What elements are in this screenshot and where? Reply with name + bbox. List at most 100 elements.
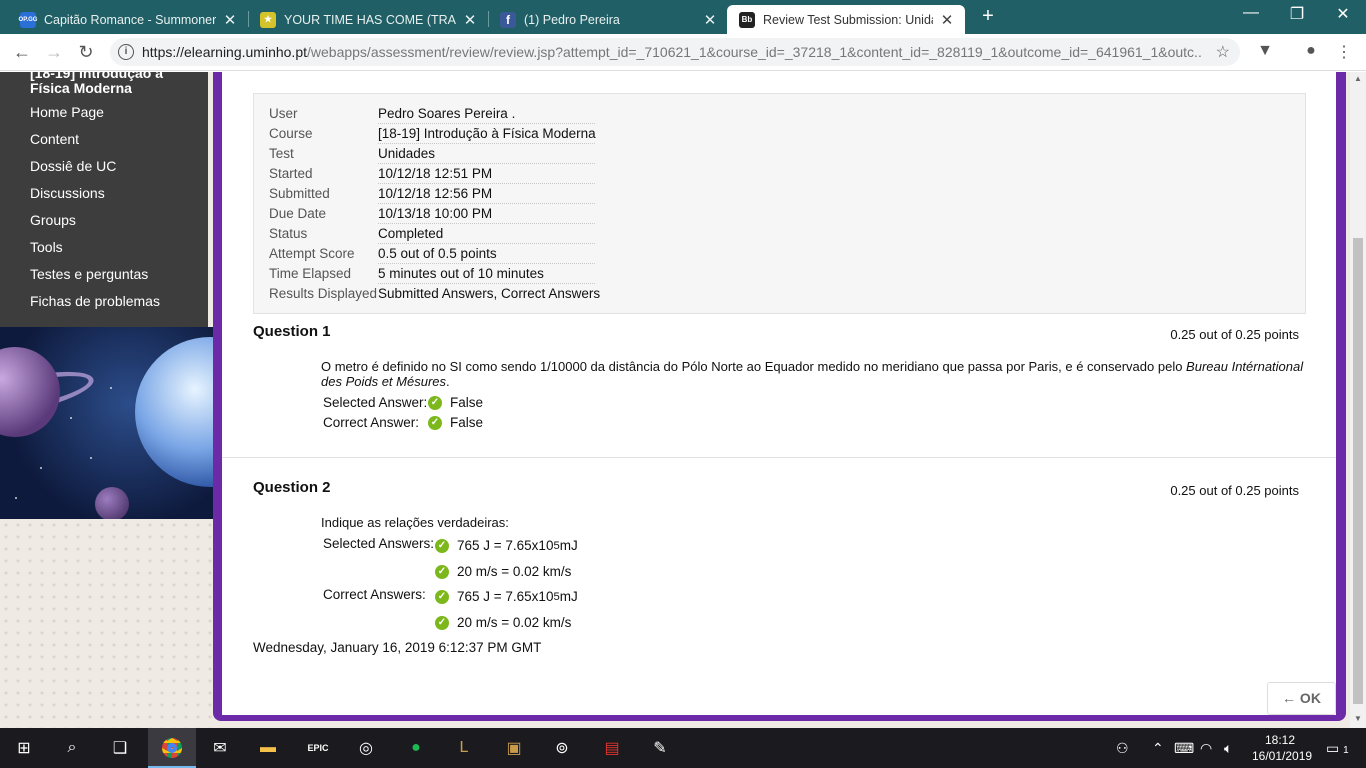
sidebar-item-home-page[interactable]: Home Page (30, 104, 104, 120)
paint-icon[interactable]: ✎ (646, 734, 674, 762)
question-2-title: Question 2 (253, 479, 331, 496)
people-icon[interactable]: ⚇ (1116, 740, 1129, 757)
browser-toolbar: ← → ↻ i https://elearning.uminho.pt/weba… (0, 34, 1366, 71)
detail-row: Due Date 10/13/18 10:00 PM (269, 203, 597, 224)
q1-selected-label: Selected Answer: (323, 395, 428, 410)
q2-selected-answer-2: ✓ 20 m/s = 0.02 km/s (435, 564, 571, 579)
new-tab-button[interactable]: + (976, 5, 1000, 28)
game-app-icon[interactable]: ▣ (500, 734, 528, 762)
sidebar-item-tools[interactable]: Tools (30, 239, 63, 255)
forward-button[interactable]: → (42, 40, 66, 64)
windows-taskbar: ⊞ ⌕ ❑ ✉ ▬ EPIC ◎ ● L ▣ ⊚ ▤ ✎ ⚇ ⌃ ⌨ ◠ 🔈︎ … (0, 728, 1366, 768)
close-tab-icon[interactable]: ✕ (939, 11, 955, 29)
question-1-points: 0.25 out of 0.25 points (1170, 327, 1299, 342)
wifi-icon[interactable]: ◠ (1200, 740, 1212, 757)
browser-tab-bar: OP.GG Capitão Romance - Summoner Stats ✕… (0, 0, 1366, 34)
q2-correct-label: Correct Answers: (323, 587, 426, 602)
correct-check-icon: ✓ (435, 589, 449, 604)
close-tab-icon[interactable]: ✕ (462, 11, 478, 29)
dotted-background (0, 519, 215, 728)
back-button[interactable]: ← (10, 40, 34, 64)
submission-details: User Pedro Soares Pereira . Course [18-19]… (253, 93, 1306, 314)
planet-icon (135, 337, 215, 487)
sidebar-item-discussions[interactable]: Discussions (30, 185, 105, 201)
sidebar-item-content[interactable]: Content (30, 131, 79, 147)
space-banner-image (0, 327, 215, 519)
browser-tab-3[interactable]: f (1) Pedro Pereira ✕ (488, 5, 728, 34)
sidebar-item-testes[interactable]: Testes e perguntas (30, 266, 148, 282)
q2-correct-answer-2: ✓ 20 m/s = 0.02 km/s (435, 615, 571, 630)
spotify-icon[interactable]: ● (402, 734, 430, 762)
taskbar-clock[interactable]: 18:12 16/01/2019 (1252, 732, 1312, 764)
address-bar[interactable]: i https://elearning.uminho.pt/webapps/as… (110, 38, 1240, 66)
headset-app-icon[interactable]: ◎ (352, 734, 380, 762)
question-divider (222, 457, 1336, 458)
correct-check-icon: ✓ (428, 415, 442, 430)
close-tab-icon[interactable]: ✕ (702, 11, 718, 29)
menu-icon[interactable]: ⋮ (1333, 42, 1355, 62)
correct-check-icon: ✓ (435, 538, 449, 553)
maximize-button[interactable]: ❐ (1274, 4, 1320, 24)
opgg-favicon-icon: OP.GG (19, 11, 37, 28)
tab-title: (1) Pedro Pereira (524, 12, 620, 27)
planet-icon (0, 347, 60, 437)
extension-icon[interactable]: ▼ (1254, 42, 1276, 60)
browser-tab-1[interactable]: OP.GG Capitão Romance - Summoner Stats ✕ (8, 5, 248, 34)
sidebar-course-title[interactable]: [18-19] Introdução à Física Moderna (30, 72, 190, 96)
bookmark-star-icon[interactable]: ☆ (1216, 42, 1230, 62)
sidebar-item-fichas[interactable]: Fichas de problemas (30, 293, 160, 309)
tab-title: YOUR TIME HAS COME (TRADUÇÃO) (284, 12, 456, 27)
correct-check-icon: ✓ (435, 615, 449, 630)
notifications-icon[interactable]: ▭ 1 (1326, 740, 1349, 757)
scrollbar-thumb[interactable] (1353, 238, 1363, 704)
minimize-button[interactable]: — (1228, 4, 1274, 22)
close-tab-icon[interactable]: ✕ (222, 11, 238, 29)
q1-selected-answer: ✓ False (428, 395, 483, 410)
acrobat-icon[interactable]: ▤ (598, 734, 626, 762)
correct-check-icon: ✓ (428, 395, 442, 410)
detail-row: Results Displayed Submitted Answers, Corr… (269, 286, 601, 301)
detail-row: Time Elapsed 5 minutes out of 10 minutes (269, 263, 597, 284)
question-1-text: O metro é definido no SI como sendo 1/10… (321, 359, 1304, 389)
question-1-title: Question 1 (253, 323, 331, 340)
browser-tab-2[interactable]: ★ YOUR TIME HAS COME (TRADUÇÃO) ✕ (248, 5, 488, 34)
chrome-icon[interactable] (158, 734, 186, 762)
mail-icon[interactable]: ✉ (206, 734, 234, 762)
ok-button[interactable]: ← OK (1267, 682, 1336, 715)
review-content: User Pedro Soares Pereira . Course [18-19]… (222, 72, 1336, 715)
q1-correct-answer: ✓ False (428, 415, 483, 430)
sidebar-item-groups[interactable]: Groups (30, 212, 76, 228)
epic-games-icon[interactable]: EPIC (304, 734, 332, 762)
close-window-button[interactable]: ✕ (1320, 4, 1366, 24)
correct-check-icon: ✓ (435, 564, 449, 579)
detail-row: Test Unidades (269, 143, 597, 164)
volume-icon[interactable]: 🔈︎ (1224, 740, 1232, 757)
page-scrollbar[interactable]: ▲ ▼ (1350, 72, 1366, 728)
profile-avatar[interactable]: ● (1300, 42, 1322, 60)
tab-title: Review Test Submission: Unidades (763, 12, 933, 27)
league-of-legends-icon[interactable]: L (450, 734, 478, 762)
windows-start-icon[interactable]: ⊞ (10, 734, 38, 762)
blackboard-favicon-icon: Bb (739, 11, 755, 28)
q1-correct-label: Correct Answer: (323, 415, 420, 430)
detail-row: Status Completed (269, 223, 597, 244)
page-viewport: [18-19] Introdução à Física Moderna Home… (0, 72, 1350, 728)
site-info-icon[interactable]: i (118, 44, 134, 60)
detail-row: Course [18-19] Introdução à Física Modern… (269, 123, 597, 144)
browser-tab-4-active[interactable]: Bb Review Test Submission: Unidades ✕ (727, 5, 965, 34)
review-datetime: Wednesday, January 16, 2019 6:12:37 PM G… (253, 640, 542, 655)
show-hidden-icons[interactable]: ⌃ (1152, 740, 1164, 757)
steam-icon[interactable]: ⊚ (548, 734, 576, 762)
input-method-icon[interactable]: ⌨ (1174, 740, 1194, 757)
search-icon[interactable]: ⌕ (58, 734, 86, 762)
tab-title: Capitão Romance - Summoner Stats (44, 12, 216, 27)
url-text[interactable]: https://elearning.uminho.pt/webapps/asse… (142, 44, 1202, 60)
course-sidebar: [18-19] Introdução à Física Moderna Home… (0, 72, 208, 327)
question-2-points: 0.25 out of 0.25 points (1170, 483, 1299, 498)
task-view-icon[interactable]: ❑ (106, 734, 134, 762)
sidebar-item-dossie[interactable]: Dossiê de UC (30, 158, 116, 174)
detail-row: Attempt Score 0.5 out of 0.5 points (269, 243, 597, 264)
q2-selected-answer-1: ✓ 765 J = 7.65x10 5 mJ (435, 538, 578, 553)
reload-button[interactable]: ↻ (74, 40, 98, 64)
file-explorer-icon[interactable]: ▬ (254, 734, 282, 762)
